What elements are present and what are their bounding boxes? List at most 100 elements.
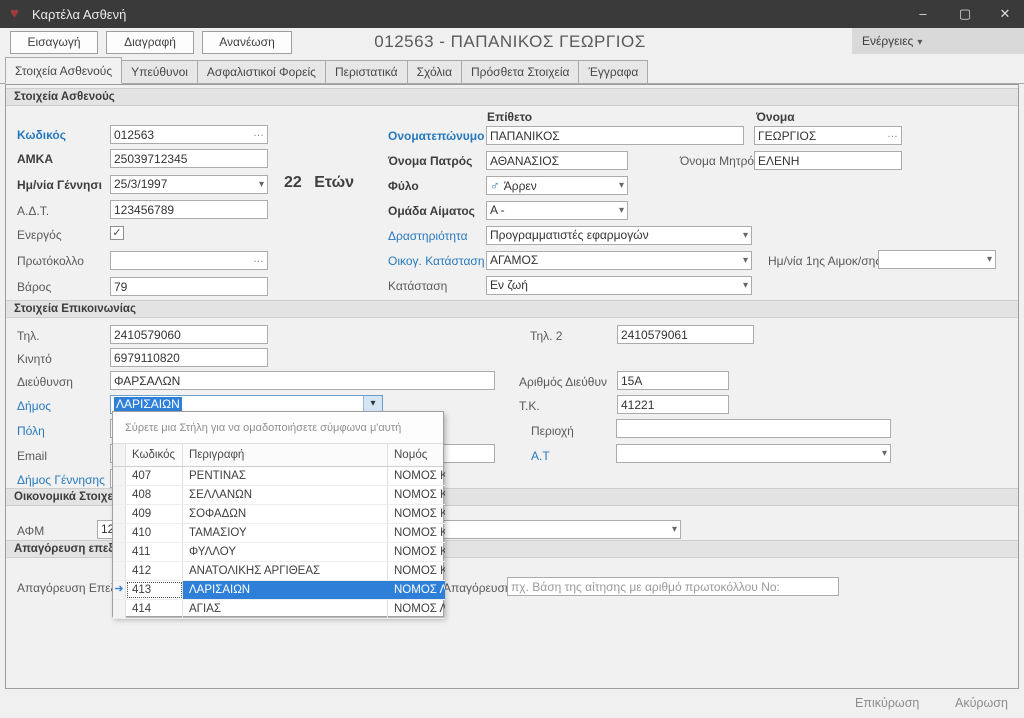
grid-row[interactable]: 414 ΑΓΙΑΣ ΝΟΜΟΣ ΛΑ: [113, 600, 445, 619]
cell-district[interactable]: ΝΟΜΟΣ ΚΑ: [388, 467, 445, 485]
cell-district[interactable]: ΝΟΜΟΣ ΛΑ: [388, 600, 445, 618]
area-input[interactable]: [617, 420, 890, 437]
grid-row[interactable]: 408 ΣΕΛΛΑΝΩΝ ΝΟΜΟΣ ΚΑ: [113, 486, 445, 505]
cell-district[interactable]: ΝΟΜΟΣ ΚΑ: [388, 543, 445, 561]
grid-header-district[interactable]: Νομός: [388, 444, 445, 466]
name-input[interactable]: [755, 127, 901, 144]
cell-desc[interactable]: ΑΝΑΤΟΛΙΚΗΣ ΑΡΓΙΘΕΑΣ: [183, 562, 388, 580]
protocol-field[interactable]: …: [110, 251, 268, 270]
chevron-down-icon[interactable]: ▾: [619, 202, 624, 219]
protocol-input[interactable]: [111, 252, 267, 269]
grid-row[interactable]: 412 ΑΝΑΤΟΛΙΚΗΣ ΑΡΓΙΘΕΑΣ ΝΟΜΟΣ ΚΑ: [113, 562, 445, 581]
protocol-ellipsis-button[interactable]: …: [253, 253, 265, 265]
cell-desc[interactable]: ΛΑΡΙΣΑΙΩΝ: [183, 581, 388, 599]
mother-name-input[interactable]: [755, 152, 901, 169]
address-number-field[interactable]: [617, 371, 729, 390]
cell-code[interactable]: 412: [126, 562, 183, 580]
postal-code-input[interactable]: [618, 396, 728, 413]
adt-input[interactable]: [111, 201, 267, 218]
tab-guardians[interactable]: Υπεύθυνοι: [121, 60, 198, 83]
postal-code-field[interactable]: [617, 395, 729, 414]
chevron-down-icon[interactable]: ▾: [882, 445, 887, 462]
phone2-field[interactable]: [617, 325, 754, 344]
name-ellipsis-button[interactable]: …: [887, 128, 899, 140]
cell-desc[interactable]: ΣΟΦΑΔΩΝ: [183, 505, 388, 523]
kodikos-input[interactable]: [111, 126, 267, 143]
chevron-down-icon[interactable]: ▾: [259, 176, 264, 193]
birthdate-combobox[interactable]: 25/3/1997 ▾: [110, 175, 268, 194]
father-name-field[interactable]: [486, 151, 628, 170]
tab-documents[interactable]: Έγγραφα: [578, 60, 648, 83]
amka-field[interactable]: [110, 149, 268, 168]
close-button[interactable]: ✕: [986, 0, 1024, 28]
life-status-combobox[interactable]: Εν ζωή ▾: [486, 276, 752, 295]
cell-district[interactable]: ΝΟΜΟΣ ΚΑ: [388, 486, 445, 504]
cell-district[interactable]: ΝΟΜΟΣ ΛΑ: [388, 581, 445, 599]
name-field[interactable]: …: [754, 126, 902, 145]
mother-name-field[interactable]: [754, 151, 902, 170]
grid-header-desc[interactable]: Περιγραφή: [183, 444, 388, 466]
amka-input[interactable]: [111, 150, 267, 167]
grid-row[interactable]: 407 ΡΕΝΤΙΝΑΣ ΝΟΜΟΣ ΚΑ: [113, 467, 445, 486]
grid-row[interactable]: 409 ΣΟΦΑΔΩΝ ΝΟΜΟΣ ΚΑ: [113, 505, 445, 524]
address-input[interactable]: [111, 372, 494, 389]
grid-row[interactable]: 411 ΦΥΛΛΟΥ ΝΟΜΟΣ ΚΑ: [113, 543, 445, 562]
area-field[interactable]: [616, 419, 891, 438]
phone-input[interactable]: [111, 326, 267, 343]
adt-field[interactable]: [110, 200, 268, 219]
grid-header-code[interactable]: Κωδικός: [126, 444, 183, 466]
maximize-button[interactable]: ▢: [944, 0, 986, 28]
chevron-down-icon[interactable]: ▾: [743, 252, 748, 269]
cell-code[interactable]: 411: [126, 543, 183, 561]
tab-extra-details[interactable]: Πρόσθετα Στοιχεία: [461, 60, 579, 83]
father-name-input[interactable]: [487, 152, 627, 169]
chevron-down-icon[interactable]: ▾: [619, 177, 624, 194]
tab-patient-details[interactable]: Στοιχεία Ασθενούς: [5, 57, 122, 84]
chevron-down-icon[interactable]: ▾: [743, 277, 748, 294]
chevron-down-icon[interactable]: ▾: [987, 251, 992, 268]
cell-code[interactable]: 410: [126, 524, 183, 542]
cell-district[interactable]: ΝΟΜΟΣ ΚΑ: [388, 524, 445, 542]
delete-button[interactable]: Διαγραφή: [106, 31, 194, 54]
confirm-button[interactable]: Επικύρωση: [855, 696, 919, 710]
cell-code[interactable]: 413: [126, 581, 183, 599]
at-combobox[interactable]: ▾: [616, 444, 891, 463]
weight-input[interactable]: [111, 278, 267, 295]
cell-code[interactable]: 408: [126, 486, 183, 504]
tab-comments[interactable]: Σχόλια: [407, 60, 462, 83]
mobile-field[interactable]: [110, 348, 268, 367]
marital-status-combobox[interactable]: ΑΓΑΜΟΣ ▾: [486, 251, 752, 270]
mobile-input[interactable]: [111, 349, 267, 366]
grid-row-selected[interactable]: ➜ 413 ΛΑΡΙΣΑΙΩΝ ΝΟΜΟΣ ΛΑ: [113, 581, 445, 600]
actions-menu-button[interactable]: Ενέργειες▾: [852, 28, 1024, 54]
minimize-button[interactable]: –: [902, 0, 944, 28]
active-checkbox[interactable]: ✓: [110, 226, 124, 240]
surname-field[interactable]: [486, 126, 744, 145]
surname-input[interactable]: [487, 127, 743, 144]
restriction-reason-field[interactable]: [507, 577, 839, 596]
tab-insurance[interactable]: Ασφαλιστικοί Φορείς: [197, 60, 326, 83]
cell-desc[interactable]: ΦΥΛΛΟΥ: [183, 543, 388, 561]
kodikos-field[interactable]: …: [110, 125, 268, 144]
cell-desc[interactable]: ΑΓΙΑΣ: [183, 600, 388, 618]
cell-desc[interactable]: ΤΑΜΑΣΙΟΥ: [183, 524, 388, 542]
address-field[interactable]: [110, 371, 495, 390]
gender-combobox[interactable]: ♂Άρρεν ▾: [486, 176, 628, 195]
address-number-input[interactable]: [618, 372, 728, 389]
cell-code[interactable]: 409: [126, 505, 183, 523]
cell-district[interactable]: ΝΟΜΟΣ ΚΑ: [388, 505, 445, 523]
refresh-button[interactable]: Ανανέωση: [202, 31, 292, 54]
cell-code[interactable]: 414: [126, 600, 183, 618]
first-dialysis-combobox[interactable]: ▾: [878, 250, 996, 269]
cell-desc[interactable]: ΣΕΛΛΑΝΩΝ: [183, 486, 388, 504]
blood-group-combobox[interactable]: Α - ▾: [486, 201, 628, 220]
weight-field[interactable]: [110, 277, 268, 296]
cancel-button[interactable]: Ακύρωση: [955, 696, 1008, 710]
activity-combobox[interactable]: Προγραμματιστές εφαρμογών ▾: [486, 226, 752, 245]
kodikos-ellipsis-button[interactable]: …: [253, 127, 265, 139]
cell-code[interactable]: 407: [126, 467, 183, 485]
tab-incidents[interactable]: Περιστατικά: [325, 60, 408, 83]
phone-field[interactable]: [110, 325, 268, 344]
grid-row[interactable]: 410 ΤΑΜΑΣΙΟΥ ΝΟΜΟΣ ΚΑ: [113, 524, 445, 543]
chevron-down-icon[interactable]: ▾: [743, 227, 748, 244]
